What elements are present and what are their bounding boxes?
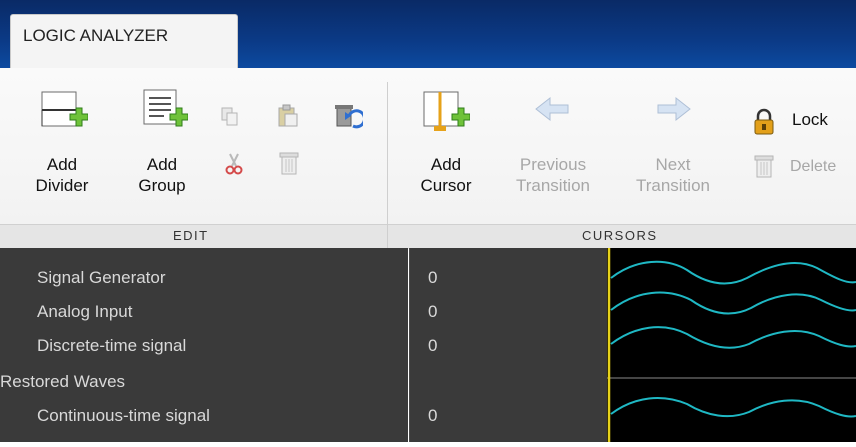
waveform-svg	[607, 248, 856, 442]
copy-icon[interactable]	[220, 106, 240, 128]
signal-name[interactable]: Signal Generator	[37, 268, 166, 288]
signal-value: 0	[428, 336, 438, 355]
wave-analog-input	[610, 291, 856, 315]
previous-transition-button[interactable]: Previous Transition	[500, 82, 606, 202]
wave-continuous-time	[610, 397, 856, 418]
signal-value: 0	[428, 302, 438, 321]
signal-names-panel: Signal Generator Analog Input Discrete-t…	[0, 248, 408, 442]
delete-cursor-label[interactable]: Delete	[790, 158, 836, 176]
add-divider-icon	[41, 91, 88, 127]
signal-value: 0	[428, 268, 438, 287]
lock-label[interactable]: Lock	[792, 110, 828, 130]
add-divider-button[interactable]: Add Divider	[30, 82, 94, 202]
cut-icon[interactable]	[224, 152, 244, 176]
arrow-left-icon	[535, 96, 569, 122]
signal-values-panel: 0 0 0 0	[409, 248, 608, 442]
arrow-right-icon	[657, 96, 691, 122]
tab-label: LOGIC ANALYZER	[23, 26, 169, 45]
add-group-label: Add Group	[138, 155, 186, 195]
add-cursor-icon	[423, 91, 470, 131]
delete-cursor-icon[interactable]	[752, 152, 776, 180]
add-group-button[interactable]: Add Group	[132, 82, 192, 202]
add-cursor-button[interactable]: Add Cursor	[416, 82, 476, 202]
wave-discrete-time	[610, 326, 856, 349]
signal-name[interactable]: Analog Input	[37, 302, 132, 322]
group-name[interactable]: Restored Waves	[0, 372, 125, 392]
add-divider-label: Add Divider	[35, 155, 89, 195]
tab-logic-analyzer[interactable]: LOGIC ANALYZER	[10, 14, 238, 69]
lock-icon[interactable]	[752, 108, 776, 136]
signal-name[interactable]: Continuous-time signal	[37, 406, 210, 426]
section-label-edit: EDIT	[173, 228, 209, 243]
next-transition-button[interactable]: Next Transition	[620, 82, 726, 202]
section-label-cursors: CURSORS	[582, 228, 658, 243]
add-group-icon	[143, 89, 188, 127]
add-cursor-label: Add Cursor	[420, 155, 472, 195]
next-transition-label: Next Transition	[635, 155, 710, 195]
paste-icon[interactable]	[277, 104, 299, 128]
section-divider	[387, 82, 388, 248]
signal-value: 0	[428, 406, 438, 425]
undo-delete-icon[interactable]	[333, 102, 363, 130]
section-label-bar	[0, 224, 856, 249]
waveform-display[interactable]	[607, 248, 856, 442]
previous-transition-label: Previous Transition	[515, 155, 590, 195]
signal-name[interactable]: Discrete-time signal	[37, 336, 186, 356]
wave-signal-generator	[610, 260, 856, 285]
delete-trash-icon[interactable]	[278, 150, 300, 176]
